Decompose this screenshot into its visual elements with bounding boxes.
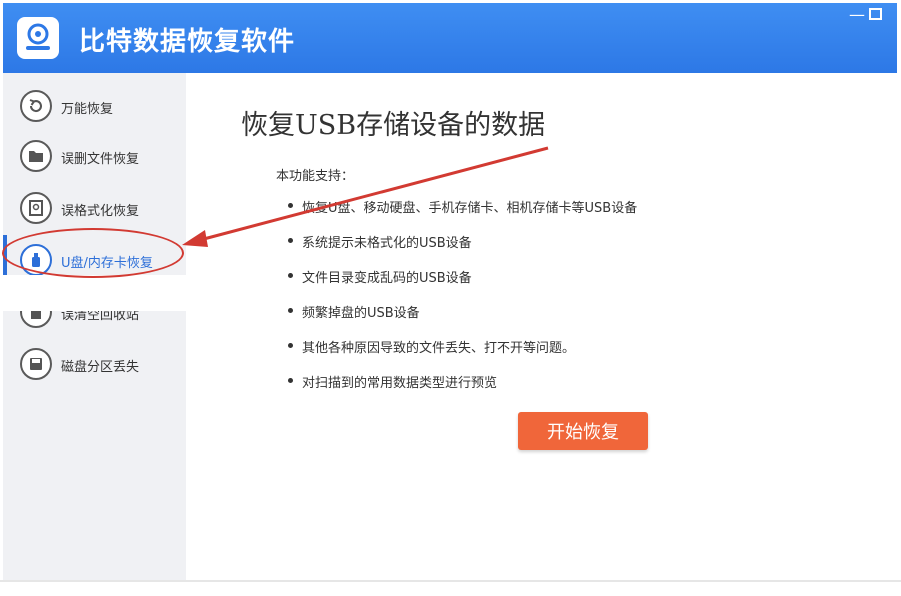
list-item: 文件目录变成乱码的USB设备 [286,267,637,302]
sidebar-item-deleted-files[interactable]: 误删文件恢复 [3,131,186,181]
disk-icon [20,192,52,224]
sidebar-item-format-recovery[interactable]: 误格式化恢复 [3,183,186,233]
start-recovery-button[interactable]: 开始恢复 [518,412,648,450]
maximize-button[interactable] [869,7,882,23]
list-item: 频繁掉盘的USB设备 [286,302,637,337]
sidebar: 万能恢复 误删文件恢复 误格式化恢复 U盘/内存卡恢复 误清空回收站 磁盘分区丢… [3,73,186,581]
list-item: 对扫描到的常用数据类型进行预览 [286,372,637,407]
annotation-ellipse [2,228,184,278]
partition-icon [20,348,52,380]
app-title: 比特数据恢复软件 [79,27,296,57]
feature-subtitle: 本功能支持： [276,169,355,184]
list-item: 其他各种原因导致的文件丢失、打不开等问题。 [286,337,637,372]
sidebar-item-label: 误删文件恢复 [61,152,140,167]
minimize-button[interactable]: — [849,7,865,23]
maximize-icon [869,8,882,20]
list-item: 恢复U盘、移动硬盘、手机存储卡、相机存储卡等USB设备 [286,197,637,232]
app-logo-icon [17,17,59,59]
folder-icon [20,140,52,172]
screenshot-overlay-band [0,275,195,311]
window-bottom-divider [0,580,901,582]
sidebar-item-label: 磁盘分区丢失 [61,360,140,375]
undo-icon [20,90,52,122]
title-bar: 比特数据恢复软件 — [3,3,897,73]
sidebar-item-partition-lost[interactable]: 磁盘分区丢失 [3,339,186,389]
feature-list: 恢复U盘、移动硬盘、手机存储卡、相机存储卡等USB设备 系统提示未格式化的USB… [286,197,637,407]
sidebar-item-universal-recovery[interactable]: 万能恢复 [3,81,186,131]
main-panel: 恢复USB存储设备的数据 本功能支持： 恢复U盘、移动硬盘、手机存储卡、相机存储… [186,73,897,581]
sidebar-item-label: 误格式化恢复 [61,204,140,219]
list-item: 系统提示未格式化的USB设备 [286,232,637,267]
sidebar-item-label: 万能恢复 [61,102,114,117]
page-title: 恢复USB存储设备的数据 [241,110,546,141]
